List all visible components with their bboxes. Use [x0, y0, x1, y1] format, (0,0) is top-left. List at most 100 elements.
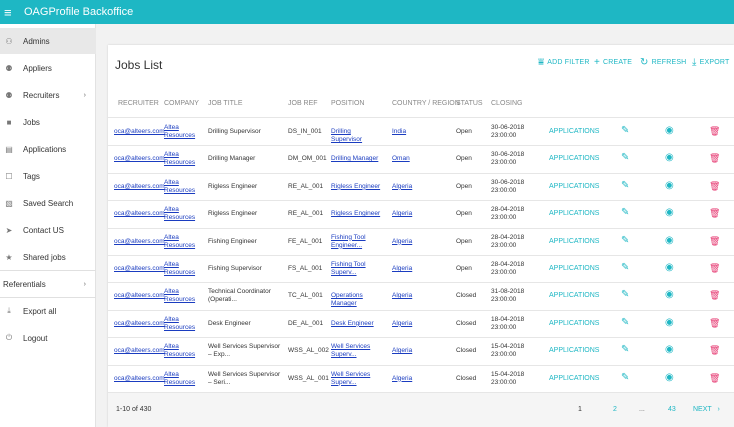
recruiter-link[interactable]: oca@alteers.com	[114, 210, 165, 218]
recruiter-link[interactable]: oca@alteers.com	[114, 292, 165, 300]
view-icon[interactable]: ◉	[665, 208, 674, 218]
view-icon[interactable]: ◉	[665, 263, 674, 273]
view-icon[interactable]: ◉	[665, 317, 674, 328]
sidebar-item-applications[interactable]: ▤ Applications	[0, 136, 96, 162]
company-link[interactable]: Altea Resources	[164, 371, 198, 387]
edit-icon[interactable]: ✎	[621, 153, 629, 163]
view-icon[interactable]: ◉	[665, 345, 674, 355]
delete-icon[interactable]: 🗑	[709, 373, 720, 383]
applications-link[interactable]: APPLICATIONS	[549, 155, 599, 162]
page-43-button[interactable]: 43	[668, 406, 676, 413]
recruiter-link[interactable]: oca@alteers.com	[114, 347, 165, 355]
delete-icon[interactable]: 🗑	[709, 345, 720, 355]
country-link[interactable]: India	[392, 128, 406, 136]
country-link[interactable]: Algeria	[392, 375, 412, 383]
country-link[interactable]: Algeria	[392, 238, 412, 246]
delete-icon[interactable]: 🗑	[709, 318, 720, 328]
country-link[interactable]: Algeria	[392, 347, 412, 355]
position-link[interactable]: Drilling Supervisor	[331, 128, 383, 144]
position-link[interactable]: Desk Engineer	[331, 320, 383, 328]
hamburger-icon[interactable]: ≡	[4, 6, 20, 19]
delete-icon[interactable]: 🗑	[709, 153, 720, 163]
country-link[interactable]: Algeria	[392, 292, 412, 300]
add-filter-button[interactable]: ⩸ ADD FILTER	[538, 57, 590, 68]
company-link[interactable]: Altea Resources	[164, 151, 198, 167]
view-icon[interactable]: ◉	[665, 235, 674, 246]
col-header-country[interactable]: COUNTRY / REGION	[392, 100, 460, 107]
position-link[interactable]: Well Services Superv...	[331, 371, 383, 387]
recruiter-link[interactable]: oca@alteers.com	[114, 375, 165, 383]
delete-icon[interactable]: 🗑	[709, 126, 720, 136]
country-link[interactable]: Algeria	[392, 210, 412, 218]
applications-link[interactable]: APPLICATIONS	[549, 375, 599, 382]
recruiter-link[interactable]: oca@alteers.com	[114, 238, 165, 246]
applications-link[interactable]: APPLICATIONS	[549, 128, 599, 135]
company-link[interactable]: Altea Resources	[164, 343, 198, 359]
delete-icon[interactable]: 🗑	[709, 208, 720, 218]
col-header-position[interactable]: POSITION	[331, 100, 364, 107]
col-header-job-title[interactable]: JOB TITLE	[208, 100, 243, 107]
company-link[interactable]: Altea Resources	[164, 206, 198, 222]
edit-icon[interactable]: ✎	[621, 235, 629, 246]
sidebar-item-admins[interactable]: ⚇ Admins	[0, 28, 96, 54]
view-icon[interactable]: ◉	[665, 126, 674, 136]
col-header-company[interactable]: COMPANY	[164, 100, 199, 107]
edit-icon[interactable]: ✎	[621, 263, 629, 273]
edit-icon[interactable]: ✎	[621, 126, 629, 136]
applications-link[interactable]: APPLICATIONS	[549, 292, 599, 299]
applications-link[interactable]: APPLICATIONS	[549, 183, 599, 190]
page-1-button[interactable]: 1	[578, 406, 582, 413]
position-link[interactable]: Rigless Engineer	[331, 210, 383, 218]
sidebar-item-referentials[interactable]: Referentials ›	[0, 271, 96, 297]
applications-link[interactable]: APPLICATIONS	[549, 347, 599, 354]
sidebar-item-contact-us[interactable]: ➤ Contact US	[0, 217, 96, 243]
sidebar-item-logout[interactable]: ⏻ Logout	[0, 325, 96, 351]
sidebar-item-export-all[interactable]: ⤓ Export all	[0, 298, 96, 324]
edit-icon[interactable]: ✎	[621, 317, 629, 328]
company-link[interactable]: Altea Resources	[164, 316, 198, 332]
company-link[interactable]: Altea Resources	[164, 234, 198, 250]
page-2-button[interactable]: 2	[613, 406, 617, 413]
col-header-job-ref[interactable]: JOB REF	[288, 100, 318, 107]
col-header-status[interactable]: STATUS	[456, 100, 483, 107]
sidebar-item-tags[interactable]: ☐ Tags	[0, 163, 96, 189]
create-button[interactable]: + CREATE	[594, 57, 632, 68]
position-link[interactable]: Fishing Tool Superv...	[331, 261, 383, 277]
applications-link[interactable]: APPLICATIONS	[549, 320, 599, 327]
edit-icon[interactable]: ✎	[621, 180, 629, 191]
sidebar-item-saved-search[interactable]: ▧ Saved Search	[0, 190, 96, 216]
export-button[interactable]: ⤓ EXPORT	[692, 57, 729, 68]
recruiter-link[interactable]: oca@alteers.com	[114, 320, 165, 328]
company-link[interactable]: Altea Resources	[164, 288, 198, 304]
country-link[interactable]: Algeria	[392, 265, 412, 273]
applications-link[interactable]: APPLICATIONS	[549, 238, 599, 245]
next-page-button[interactable]: NEXT ›	[693, 406, 720, 413]
company-link[interactable]: Altea Resources	[164, 261, 198, 277]
country-link[interactable]: Oman	[392, 155, 410, 163]
delete-icon[interactable]: 🗑	[709, 236, 720, 246]
edit-icon[interactable]: ✎	[621, 208, 629, 218]
position-link[interactable]: Fishing Tool Engineer...	[331, 234, 383, 250]
applications-link[interactable]: APPLICATIONS	[549, 265, 599, 272]
country-link[interactable]: Algeria	[392, 183, 412, 191]
view-icon[interactable]: ◉	[665, 290, 674, 300]
col-header-recruiter[interactable]: RECRUITER	[118, 100, 159, 107]
position-link[interactable]: Rigless Engineer	[331, 183, 383, 191]
edit-icon[interactable]: ✎	[621, 345, 629, 355]
delete-icon[interactable]: 🗑	[709, 263, 720, 273]
sidebar-item-shared-jobs[interactable]: ★ Shared jobs	[0, 244, 96, 270]
sidebar-item-jobs[interactable]: ■ Jobs	[0, 109, 96, 135]
company-link[interactable]: Altea Resources	[164, 124, 198, 140]
edit-icon[interactable]: ✎	[621, 372, 629, 383]
recruiter-link[interactable]: oca@alteers.com	[114, 265, 165, 273]
recruiter-link[interactable]: oca@alteers.com	[114, 155, 165, 163]
position-link[interactable]: Well Services Superv...	[331, 343, 383, 359]
view-icon[interactable]: ◉	[665, 153, 674, 163]
sidebar-item-recruiters[interactable]: ⚉ Recruiters ›	[0, 82, 96, 108]
edit-icon[interactable]: ✎	[621, 290, 629, 300]
view-icon[interactable]: ◉	[665, 372, 674, 383]
delete-icon[interactable]: 🗑	[709, 290, 720, 300]
position-link[interactable]: Drilling Manager	[331, 155, 383, 163]
recruiter-link[interactable]: oca@alteers.com	[114, 183, 165, 191]
view-icon[interactable]: ◉	[665, 180, 674, 191]
